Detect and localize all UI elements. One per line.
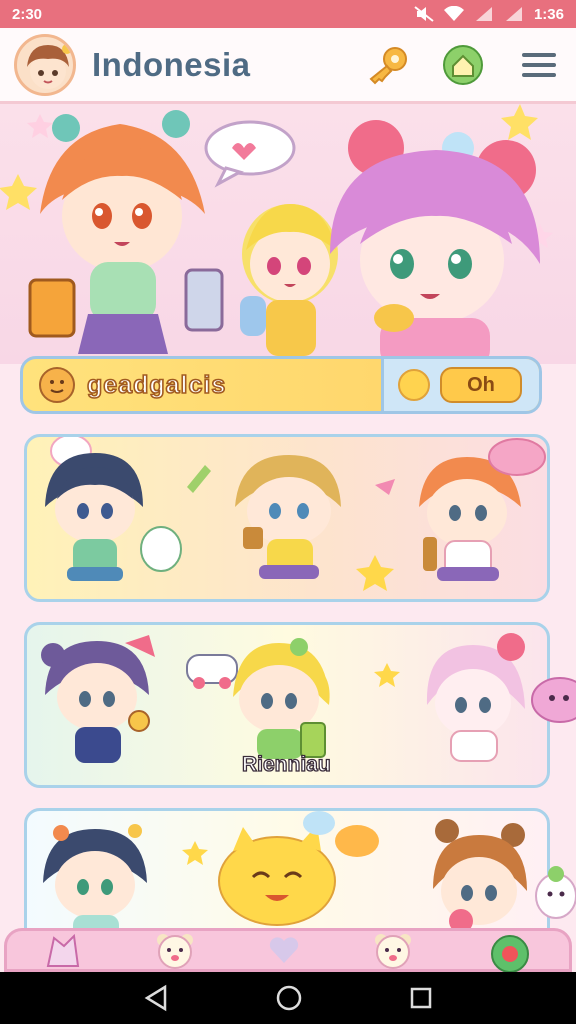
character-card[interactable] <box>24 808 550 948</box>
recents-icon[interactable] <box>409 986 433 1010</box>
signal-icon <box>475 7 492 21</box>
sun-icon <box>398 369 430 401</box>
heart-icon[interactable] <box>268 935 300 965</box>
side-creature-pink <box>531 677 576 723</box>
card-caption: Rienniau <box>241 752 331 776</box>
app-bar: Indonesia <box>0 28 576 104</box>
home-nav-icon[interactable] <box>275 984 303 1012</box>
status-bar: 2:30 1:36 <box>0 0 576 28</box>
home-button[interactable] <box>440 42 486 88</box>
status-time: 2:30 <box>12 5 43 23</box>
avatar[interactable] <box>14 33 76 96</box>
menu-button[interactable] <box>516 42 562 88</box>
character-card[interactable]: Rienniau <box>24 622 550 788</box>
status-icons: 1:36 <box>414 6 564 23</box>
card-illustration <box>45 437 546 591</box>
bear-icon[interactable] <box>153 930 197 970</box>
key-button[interactable] <box>364 42 410 88</box>
page-title: Indonesia <box>92 45 251 83</box>
key-icon <box>369 46 407 84</box>
apple-icon[interactable] <box>486 928 534 972</box>
back-icon[interactable] <box>143 984 169 1012</box>
crystal-icon[interactable] <box>42 932 82 968</box>
system-nav-bar <box>0 972 576 1024</box>
player-name: geadgalcis <box>86 370 227 400</box>
hamburger-icon <box>522 52 556 77</box>
mute-icon <box>414 6 434 22</box>
signal-icon-2 <box>505 7 522 21</box>
ok-button[interactable]: Oh <box>440 367 522 403</box>
character-card[interactable] <box>24 434 550 602</box>
avatar-image <box>27 43 72 89</box>
status-clock: 1:36 <box>533 5 564 23</box>
wifi-icon <box>443 6 464 21</box>
home-icon <box>443 44 483 85</box>
hero-illustration <box>0 104 553 364</box>
hero-banner <box>0 104 576 364</box>
side-creature-white <box>535 866 576 919</box>
bunny-icon[interactable] <box>371 930 415 970</box>
bottom-tab-bar <box>4 928 572 972</box>
smiley-icon <box>39 367 75 403</box>
player-bar-actions: Oh <box>381 359 539 411</box>
player-bar: geadgalcis Oh <box>20 356 542 414</box>
